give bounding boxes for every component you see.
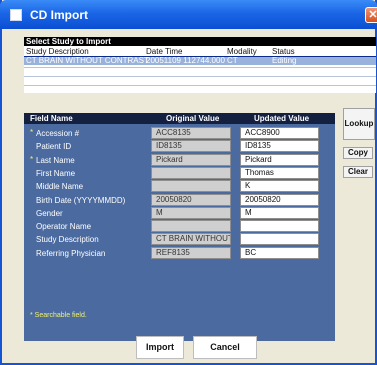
title-bar[interactable]: CD Import ✕: [0, 0, 377, 29]
field-row: First Name Thomas: [24, 166, 335, 181]
field-row: * Accession # ACC8135 ACC8900: [24, 127, 335, 141]
original-value-field: 20050820: [151, 193, 231, 206]
study-row[interactable]: CT BRAIN WITHOUT CONTRAST 20051109 11274…: [24, 56, 376, 65]
field-label: Study Description: [36, 235, 99, 245]
searchable-star-icon: *: [30, 128, 34, 137]
original-value-field: ID8135: [151, 140, 231, 153]
field-row: Patient ID ID8135 ID8135: [24, 140, 335, 154]
updated-value-input[interactable]: ID8135: [240, 140, 319, 153]
column-header-description[interactable]: Study Description: [26, 47, 89, 56]
study-description-cell: CT BRAIN WITHOUT CONTRAST: [26, 56, 149, 65]
import-button[interactable]: Import: [136, 336, 184, 359]
copy-button[interactable]: Copy: [343, 147, 373, 159]
field-label: Last Name: [36, 155, 75, 165]
window-title: CD Import: [30, 8, 88, 22]
row-divider: [24, 67, 376, 68]
original-value-field: [151, 220, 231, 233]
column-header-datetime[interactable]: Date Time: [146, 47, 182, 56]
updated-value-header: Updated Value: [254, 114, 310, 123]
searchable-star-icon: *: [30, 154, 34, 164]
row-divider: [24, 85, 376, 86]
field-row: Referring Physician REF8135 BC: [24, 246, 335, 261]
field-label: Patient ID: [36, 142, 72, 152]
original-value-field: [151, 166, 231, 179]
app-icon: [10, 9, 22, 21]
cancel-button[interactable]: Cancel: [193, 336, 257, 359]
updated-value-input[interactable]: ACC8900: [240, 127, 319, 139]
column-header-status[interactable]: Status: [272, 47, 295, 56]
original-value-field: REF8135: [151, 246, 231, 259]
original-value-header: Original Value: [166, 114, 220, 123]
field-label: Operator Name: [36, 222, 92, 232]
clear-button[interactable]: Clear: [343, 166, 373, 178]
original-value-field: Pickard: [151, 153, 231, 166]
field-editor-panel: Field Name Original Value Updated Value …: [24, 113, 335, 341]
updated-value-input[interactable]: BC: [240, 246, 319, 259]
field-name-header: Field Name: [30, 114, 73, 123]
row-divider: [24, 76, 376, 77]
study-list-caption: Select Study to Import: [24, 37, 376, 46]
updated-value-input[interactable]: K: [240, 180, 319, 193]
field-row: Gender M M: [24, 206, 335, 221]
field-label: Referring Physician: [36, 248, 106, 258]
column-header-modality[interactable]: Modality: [227, 47, 257, 56]
field-label: Birth Date (YYYYMMDD): [36, 195, 126, 205]
field-row: * Last Name Pickard Pickard: [24, 153, 335, 168]
original-value-field: CT BRAIN WITHOUT CO: [151, 233, 231, 246]
original-value-field: ACC8135: [151, 127, 231, 139]
study-status-cell: Editing: [272, 56, 297, 65]
field-label: Middle Name: [36, 182, 84, 192]
field-label: Gender: [36, 208, 63, 218]
study-datetime-cell: 20051109 112744.000: [146, 56, 225, 65]
field-label: First Name: [36, 168, 76, 178]
field-row: Operator Name: [24, 220, 335, 234]
original-value-field: [151, 180, 231, 193]
updated-value-input[interactable]: [240, 233, 319, 246]
field-row: Middle Name K: [24, 180, 335, 194]
study-modality-cell: CT: [227, 56, 238, 65]
field-row: Birth Date (YYYYMMDD) 20050820 20050820: [24, 193, 335, 208]
field-table-header: Field Name Original Value Updated Value: [24, 113, 335, 124]
updated-value-input[interactable]: Pickard: [240, 153, 319, 166]
updated-value-input[interactable]: [240, 220, 319, 233]
updated-value-input[interactable]: M: [240, 206, 319, 219]
field-row: Study Description CT BRAIN WITHOUT CO: [24, 233, 335, 247]
updated-value-input[interactable]: 20050820: [240, 193, 319, 206]
original-value-field: M: [151, 206, 231, 219]
field-label: Accession #: [36, 129, 80, 138]
searchable-field-note: * Searchable field.: [30, 312, 87, 319]
lookup-button[interactable]: Lookup: [343, 108, 375, 140]
close-button[interactable]: ✕: [365, 7, 377, 23]
updated-value-input[interactable]: Thomas: [240, 166, 319, 179]
